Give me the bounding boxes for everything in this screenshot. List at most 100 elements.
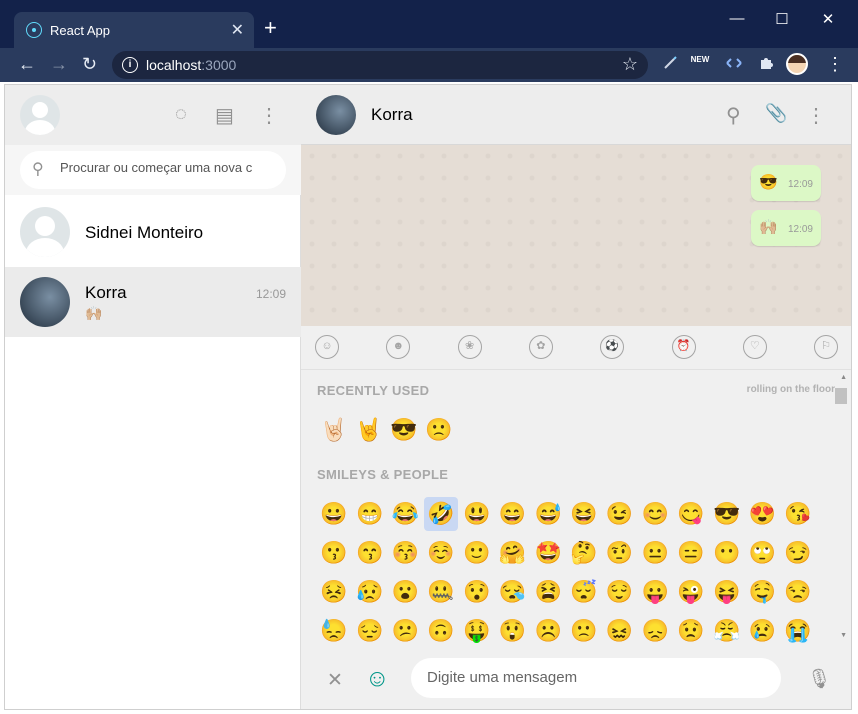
emoji-option[interactable]: 😛 <box>638 575 672 609</box>
emoji-option[interactable]: 😞 <box>638 614 672 648</box>
emoji-option[interactable]: 😆 <box>567 497 601 531</box>
emoji-option[interactable]: 😍 <box>745 497 779 531</box>
emoji-option[interactable]: 😅 <box>531 497 565 531</box>
emoji-category-tab[interactable]: ✿ <box>528 335 553 359</box>
emoji-option[interactable]: 🤩 <box>531 536 565 570</box>
new-extension-icon[interactable]: NEW <box>690 55 710 75</box>
reload-button[interactable]: ↻ <box>82 54 97 75</box>
emoji-option[interactable]: 😁 <box>353 497 387 531</box>
emoji-option[interactable]: 🤐 <box>424 575 458 609</box>
back-button[interactable]: ← <box>18 54 36 75</box>
emoji-option[interactable]: 🙃 <box>424 614 458 648</box>
sidebar-menu-icon[interactable]: ⋮ <box>259 103 279 128</box>
emoji-option[interactable]: 😏 <box>781 536 815 570</box>
emoji-option[interactable]: 😀 <box>317 497 351 531</box>
emoji-option[interactable]: ☺️ <box>424 536 458 570</box>
emoji-option[interactable]: 😯 <box>460 575 494 609</box>
emoji-category-tab[interactable]: ❀ <box>457 335 482 359</box>
emoji-option[interactable]: 😶 <box>710 536 744 570</box>
emoji-option[interactable]: 😉 <box>603 497 637 531</box>
emoji-option[interactable]: 😙 <box>353 536 387 570</box>
emoji-option[interactable]: 😂 <box>388 497 422 531</box>
emoji-option[interactable]: 😢 <box>745 614 779 648</box>
emoji-option[interactable]: 🤘🏻 <box>317 413 351 447</box>
emoji-option[interactable]: 😘 <box>781 497 815 531</box>
emoji-option[interactable]: 😫 <box>531 575 565 609</box>
emoji-option[interactable]: 😒 <box>781 575 815 609</box>
emoji-option[interactable]: 😚 <box>388 536 422 570</box>
code-extension-icon[interactable] <box>724 55 744 75</box>
maximize-button[interactable]: ☐ <box>772 10 792 28</box>
emoji-option[interactable]: 🤘 <box>352 413 386 447</box>
new-chat-icon[interactable]: ▤ <box>215 103 234 128</box>
chat-list-item[interactable]: Korra 12:09 🙌🏼 <box>5 267 301 337</box>
emoji-option[interactable]: 😭 <box>781 614 815 648</box>
emoji-option[interactable]: 😌 <box>603 575 637 609</box>
emoji-option[interactable]: 🙁 <box>422 413 456 447</box>
emoji-option[interactable]: 😝 <box>710 575 744 609</box>
minimize-button[interactable]: — <box>727 10 747 27</box>
emoji-option[interactable]: 😔 <box>353 614 387 648</box>
emoji-option[interactable]: 😥 <box>353 575 387 609</box>
emoji-option[interactable]: 😋 <box>674 497 708 531</box>
status-icon[interactable]: ◌ <box>175 103 187 126</box>
emoji-category-tab[interactable]: ⚽ <box>600 335 625 359</box>
emoji-option[interactable]: 😑 <box>674 536 708 570</box>
emoji-option[interactable]: 🤣 <box>424 497 459 531</box>
forward-button[interactable]: → <box>50 54 68 75</box>
search-icon[interactable]: ⚲ <box>726 103 741 128</box>
emoji-icon[interactable]: ☺ <box>365 665 390 693</box>
emoji-category-tab[interactable]: ☻ <box>386 335 411 359</box>
profile-avatar[interactable] <box>786 53 808 75</box>
close-emoji-icon[interactable]: ✕ <box>327 669 343 692</box>
contact-avatar[interactable] <box>316 95 356 135</box>
emoji-option[interactable]: 😄 <box>496 497 530 531</box>
emoji-option[interactable]: 🤨 <box>603 536 637 570</box>
message-input[interactable] <box>427 669 767 686</box>
emoji-option[interactable]: 🙂 <box>460 536 494 570</box>
emoji-option[interactable]: 😲 <box>496 614 530 648</box>
emoji-option[interactable]: 😊 <box>638 497 672 531</box>
emoji-option[interactable]: 😖 <box>603 614 637 648</box>
emoji-option[interactable]: 😪 <box>496 575 530 609</box>
chat-list-item[interactable]: Sidnei Monteiro <box>5 197 301 267</box>
emoji-category-tab[interactable]: ⏰ <box>671 335 696 359</box>
emoji-option[interactable]: 😟 <box>674 614 708 648</box>
emoji-category-tab[interactable]: ☺ <box>315 335 339 359</box>
emoji-option[interactable]: 🤑 <box>460 614 494 648</box>
emoji-category-tab[interactable]: ♡ <box>742 335 767 359</box>
bookmark-star-icon[interactable]: ☆ <box>622 54 638 75</box>
user-avatar[interactable] <box>20 95 60 135</box>
site-info-icon[interactable]: i <box>122 57 138 73</box>
emoji-option[interactable]: 😎 <box>387 413 421 447</box>
scroll-down-arrow[interactable]: ▼ <box>840 632 847 639</box>
puzzle-extension-icon[interactable] <box>756 55 776 75</box>
new-tab-button[interactable]: + <box>264 17 277 39</box>
browser-tab[interactable]: React App ✕ <box>14 12 254 48</box>
emoji-option[interactable]: 😤 <box>710 614 744 648</box>
emoji-option[interactable]: 😎 <box>710 497 744 531</box>
emoji-option[interactable]: 😓 <box>317 614 351 648</box>
microphone-icon[interactable]: 🎙 <box>807 667 831 691</box>
pen-extension-icon[interactable] <box>660 55 680 75</box>
emoji-option[interactable]: 😃 <box>460 497 494 531</box>
emoji-option[interactable]: 😗 <box>317 536 351 570</box>
emoji-option[interactable]: 😮 <box>388 575 422 609</box>
emoji-option[interactable]: 😣 <box>317 575 351 609</box>
emoji-option[interactable]: 🤗 <box>496 536 530 570</box>
emoji-scrollbar-thumb[interactable] <box>835 388 847 404</box>
emoji-option[interactable]: 🤔 <box>567 536 601 570</box>
emoji-option[interactable]: 🤤 <box>745 575 779 609</box>
emoji-option[interactable]: 😕 <box>388 614 422 648</box>
chat-menu-icon[interactable]: ⋮ <box>806 103 826 128</box>
search-input[interactable] <box>60 160 274 175</box>
emoji-option[interactable]: 😜 <box>674 575 708 609</box>
emoji-category-tab[interactable]: ⚐ <box>814 335 839 359</box>
attach-icon[interactable]: 📎 <box>765 103 787 124</box>
address-bar[interactable]: i localhost:3000 ☆ <box>112 51 648 79</box>
emoji-option[interactable]: 😐 <box>638 536 672 570</box>
window-close-button[interactable]: ✕ <box>818 10 838 28</box>
emoji-option[interactable]: 🙄 <box>745 536 779 570</box>
tab-close-icon[interactable]: ✕ <box>231 20 244 40</box>
scroll-up-arrow[interactable]: ▲ <box>840 374 847 381</box>
